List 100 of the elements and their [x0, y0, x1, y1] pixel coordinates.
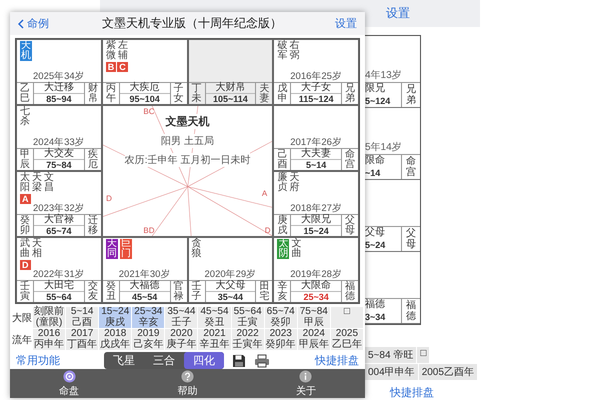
- palace-name: 命宫: [406, 156, 416, 179]
- palace-cell[interactable]: 紫微 左辅 B C 丙午 大疾厄 95~104 子女: [102, 39, 188, 105]
- palace-name: 福德: [345, 282, 355, 302]
- palace-cell[interactable]: 贪狼 2020年29岁 壬子 大父母 35~44 田宅: [188, 237, 274, 303]
- decade-cell[interactable]: 15~24 庚戌: [99, 307, 132, 328]
- decade-cell[interactable]: □: [330, 307, 363, 328]
- segment-tab[interactable]: 三合: [144, 352, 184, 370]
- year-cell[interactable]: 2005乙酉年: [418, 364, 477, 380]
- transform-badge: A: [20, 194, 30, 204]
- segment-tab[interactable]: 飞星: [104, 352, 144, 370]
- year-cell[interactable]: 2019己亥年: [132, 329, 164, 350]
- direction-mark: A: [262, 189, 268, 198]
- decade-range: 45~54: [132, 292, 158, 302]
- palace-cell[interactable]: 武曲 天相 D 2022年31岁 壬寅 大田宅 55~64 交友: [16, 237, 102, 303]
- palace-cell[interactable]: 破军 右弼 2016年25岁 戊申 大子女 115~124 兄弟: [273, 39, 359, 105]
- decade-name: 大疾厄: [120, 83, 170, 94]
- decade-range: 75~84: [46, 160, 72, 170]
- decade-range: 15~24: [303, 226, 329, 236]
- quick-chart-button[interactable]: 快捷排盘: [299, 353, 359, 368]
- age-label: 2025年34岁: [32, 72, 86, 82]
- decade-name: 大父母: [206, 281, 256, 292]
- help-icon: [180, 370, 194, 383]
- palace-cell[interactable]: 丁未 大财帛 105~114 夫妻: [188, 39, 274, 105]
- palace-cell[interactable]: 2017年26岁 己酉 大夫妻 5~14 命宫: [273, 105, 359, 171]
- decade-range: 55~64: [46, 292, 72, 302]
- decade-range: 85~94: [46, 94, 72, 104]
- decade-range: 3~34: [365, 311, 386, 323]
- star-name: 左辅: [118, 41, 128, 61]
- year-cell[interactable]: 2020庚子年: [165, 329, 198, 350]
- tab-item[interactable]: 关于: [276, 369, 336, 398]
- direction-mark: BC: [143, 107, 155, 116]
- stem-branch-label: 己酉: [277, 150, 288, 170]
- decade-range: 5~124: [365, 95, 392, 107]
- stem-branch-label: 辛亥: [277, 282, 288, 302]
- decade-name: 父母: [365, 227, 386, 239]
- back-button[interactable]: 命例: [18, 16, 49, 31]
- stem-branch-label: 丁未: [192, 84, 202, 104]
- stem-branch-label: 乙巳: [20, 84, 30, 104]
- settings-button[interactable]: 设置: [335, 16, 357, 31]
- tab-item[interactable]: 命盘: [39, 369, 100, 398]
- settings-link[interactable]: 设置: [386, 5, 410, 22]
- decade-range: 115~124: [298, 94, 334, 104]
- decade-cell[interactable]: 35~44 壬子: [165, 307, 198, 328]
- stem-branch-label: 庚戌: [277, 216, 288, 236]
- year-cell[interactable]: 2021辛丑年: [198, 329, 231, 350]
- info-icon: [299, 370, 312, 383]
- stem-branch-label: 壬子: [192, 282, 202, 302]
- star-name: 破军: [277, 41, 288, 61]
- palace-name: 兄弟: [406, 84, 416, 107]
- star-name: 天府: [289, 173, 300, 193]
- common-functions-link[interactable]: 常用功能: [16, 353, 76, 368]
- decade-cell[interactable]: 75~84 甲辰: [298, 307, 330, 328]
- birth-info: 农历:壬申年 五月初一日未时: [124, 153, 250, 167]
- year-cell[interactable]: 2025乙巳年: [330, 329, 363, 350]
- decade-name: 大官禄: [34, 215, 84, 226]
- decade-cell[interactable]: 25~34 辛亥: [132, 307, 164, 328]
- direction-mark: BD: [143, 226, 155, 235]
- year-cell[interactable]: 2022壬寅年: [232, 329, 264, 350]
- direction-mark: D: [106, 194, 112, 204]
- year-cell[interactable]: 2024甲辰年: [298, 329, 330, 350]
- decade-cell[interactable]: 刻限前(童限): [33, 307, 66, 328]
- decade-name: 限命: [365, 155, 386, 167]
- palace-name: 命宫: [345, 150, 355, 170]
- decade-cell[interactable]: 5~14 己酉: [66, 307, 98, 328]
- decade-cell[interactable]: 55~64 壬寅: [232, 307, 264, 328]
- decade-name: 大限兄: [291, 215, 341, 226]
- year-cell[interactable]: 2023癸卯年: [264, 329, 297, 350]
- year-cell[interactable]: 2018戊戌年: [99, 329, 132, 350]
- tab-item[interactable]: 帮助: [157, 369, 218, 398]
- decade-name: 大限命: [291, 281, 341, 292]
- stem-branch-label: 癸丑: [106, 282, 116, 302]
- decade-range: 25~34: [303, 292, 329, 302]
- save-icon[interactable]: [232, 354, 246, 368]
- chart-title: 文墨天机: [166, 114, 210, 129]
- age-label: 2017年26岁: [289, 138, 343, 148]
- decade-cell[interactable]: 65~74 癸卯: [264, 307, 297, 328]
- decade-name: 大福德: [120, 281, 170, 292]
- target-icon: [62, 370, 76, 383]
- age-label: 2022年31岁: [32, 270, 86, 280]
- palace-cell[interactable]: 七杀 2024年33岁 甲辰 大交友 75~84 疾厄: [16, 105, 102, 171]
- printer-icon[interactable]: [254, 354, 270, 368]
- age-label: 2023年32岁: [32, 204, 86, 214]
- quick-chart-button[interactable]: 快捷排盘: [390, 385, 480, 400]
- decade-name: 大迁移: [34, 83, 84, 94]
- year-cell[interactable]: 004甲申年: [365, 364, 418, 380]
- direction-mark: D: [264, 226, 271, 235]
- decade-cell[interactable]: 5~84 帝旺: [365, 347, 416, 363]
- decade-range: 105~114: [212, 94, 248, 104]
- stem-branch-label: 壬寅: [20, 282, 30, 302]
- stem-branch-label: 戊申: [277, 84, 288, 104]
- segment-tab[interactable]: 四化: [184, 352, 224, 370]
- year-cell[interactable]: 2017丁酉年: [66, 329, 98, 350]
- age-label: 2016年25岁: [289, 72, 343, 82]
- stem-branch-label: 丙午: [106, 84, 116, 104]
- year-cell[interactable]: 2016丙申年: [33, 329, 66, 350]
- decade-cell[interactable]: 45~54 癸丑: [198, 307, 231, 328]
- decade-range: 65~74: [46, 226, 72, 236]
- decade-cell[interactable]: □: [417, 347, 430, 363]
- star-name: 武曲: [20, 239, 30, 259]
- star-name: 天梁: [32, 173, 42, 193]
